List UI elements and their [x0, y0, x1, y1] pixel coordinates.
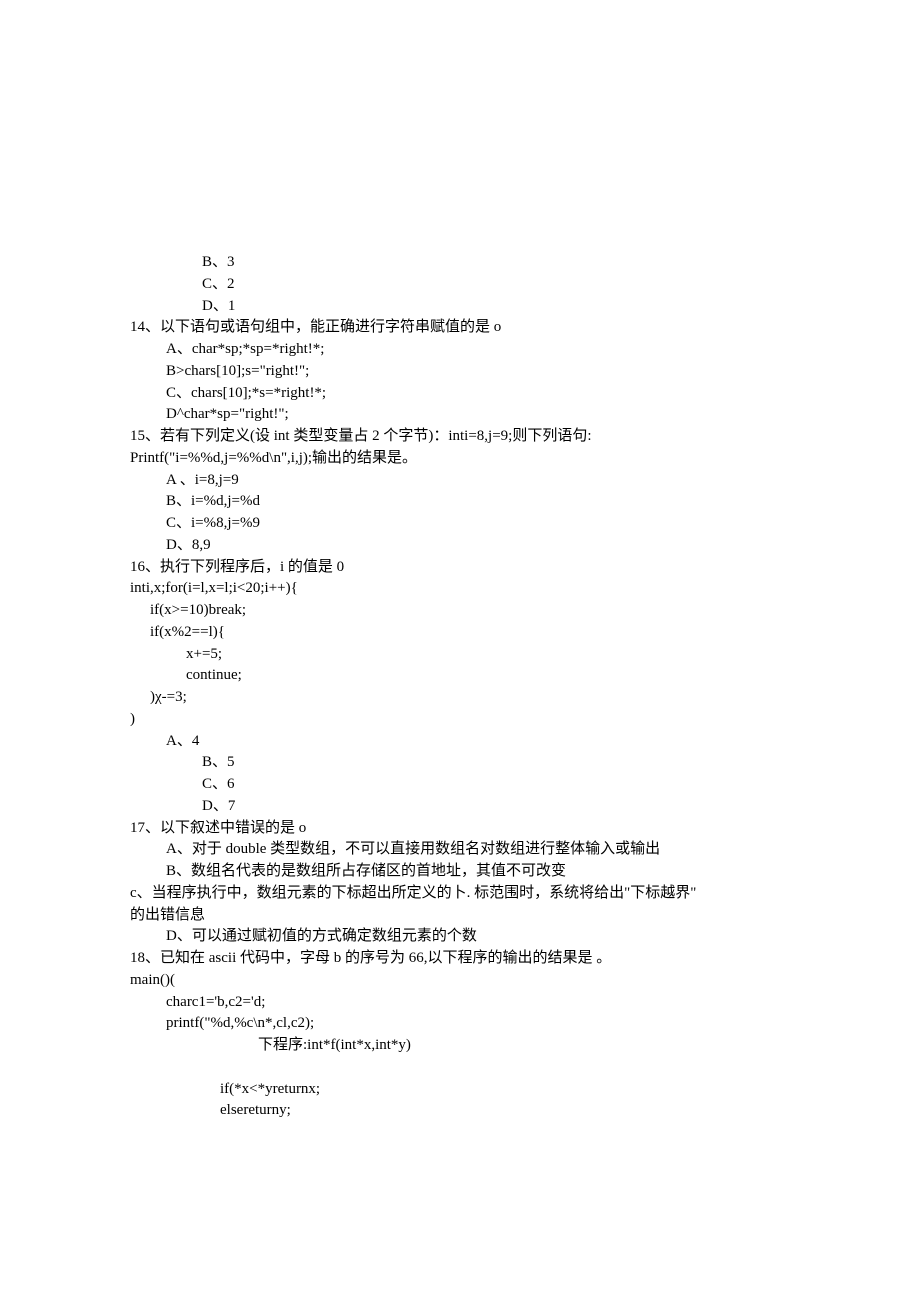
text-line: 15、若有下列定义(设 int 类型变量占 2 个字节)：inti=8,j=9;… [130, 426, 790, 448]
document-page: B、3C、2D、114、以下语句或语句组中，能正确进行字符串赋值的是 oA、ch… [0, 0, 920, 1222]
text-line: A、4 [130, 731, 790, 753]
text-line: C、chars[10];*s=*right!*; [130, 383, 790, 405]
text-line [130, 1057, 790, 1079]
text-line: B>chars[10];s="right!"; [130, 361, 790, 383]
text-line: 下程序:int*f(int*x,int*y) [130, 1035, 790, 1057]
text-line: ) [130, 709, 790, 731]
text-line: charc1='b,c2='d; [130, 992, 790, 1014]
text-line: D、1 [130, 296, 790, 318]
text-line: continue; [130, 665, 790, 687]
text-line: if(*x<*yreturnx; [130, 1079, 790, 1101]
document-content: B、3C、2D、114、以下语句或语句组中，能正确进行字符串赋值的是 oA、ch… [130, 252, 790, 1122]
text-line: C、6 [130, 774, 790, 796]
text-line: D、可以通过赋初值的方式确定数组元素的个数 [130, 926, 790, 948]
text-line: inti,x;for(i=l,x=l;i<20;i++){ [130, 578, 790, 600]
text-line: main()( [130, 970, 790, 992]
text-line: x+=5; [130, 644, 790, 666]
text-line: 16、执行下列程序后，i 的值是 0 [130, 557, 790, 579]
text-line: 18、已知在 ascii 代码中，字母 b 的序号为 66,以下程序的输出的结果… [130, 948, 790, 970]
text-line: D、8,9 [130, 535, 790, 557]
text-line: printf("%d,%c\n*,cl,c2); [130, 1013, 790, 1035]
text-line: B、3 [130, 252, 790, 274]
text-line: 14、以下语句或语句组中，能正确进行字符串赋值的是 o [130, 317, 790, 339]
text-line: B、i=%d,j=%d [130, 491, 790, 513]
text-line: 的出错信息 [130, 905, 790, 927]
text-line: C、i=%8,j=%9 [130, 513, 790, 535]
text-line: if(x>=10)break; [130, 600, 790, 622]
text-line: 17、以下叙述中错误的是 o [130, 818, 790, 840]
text-line: B、数组名代表的是数组所占存储区的首地址，其值不可改变 [130, 861, 790, 883]
text-line: D^char*sp="right!"; [130, 404, 790, 426]
text-line: D、7 [130, 796, 790, 818]
text-line: A、对于 double 类型数组，不可以直接用数组名对数组进行整体输入或输出 [130, 839, 790, 861]
text-line: A、char*sp;*sp=*right!*; [130, 339, 790, 361]
text-line: elsereturny; [130, 1100, 790, 1122]
text-line: A 、i=8,j=9 [130, 470, 790, 492]
text-line: C、2 [130, 274, 790, 296]
text-line: B、5 [130, 752, 790, 774]
text-line: Printf("i=%%d,j=%%d\n",i,j);输出的结果是。 [130, 448, 790, 470]
text-line: c、当程序执行中，数组元素的下标超出所定义的卜. 标范围时，系统将给出"下标越界… [130, 883, 790, 905]
text-line: )χ-=3; [130, 687, 790, 709]
text-line: if(x%2==l){ [130, 622, 790, 644]
